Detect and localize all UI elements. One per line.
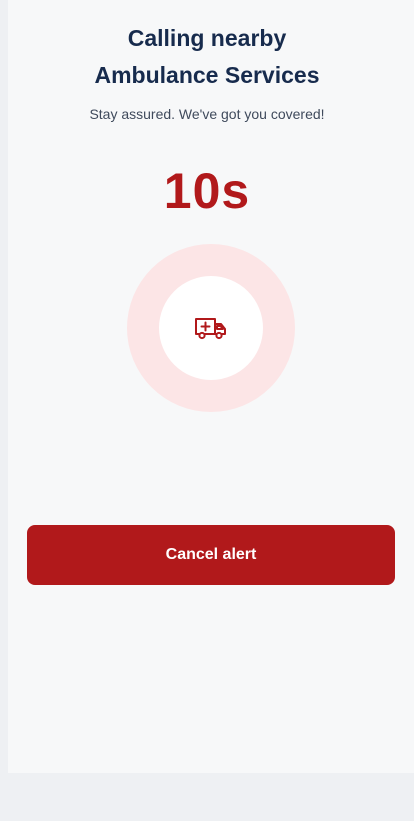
countdown-timer: 10s bbox=[163, 163, 251, 219]
pulse-ring bbox=[127, 244, 295, 412]
cancel-alert-button[interactable]: Cancel alert bbox=[27, 525, 395, 585]
page-title-line1: Calling nearby bbox=[127, 25, 287, 51]
reassurance-subtitle: Stay assured. We've got you covered! bbox=[89, 106, 325, 122]
icon-circle bbox=[159, 276, 263, 380]
page-title-line2: Ambulance Services bbox=[94, 62, 320, 88]
ambulance-icon bbox=[194, 316, 228, 340]
